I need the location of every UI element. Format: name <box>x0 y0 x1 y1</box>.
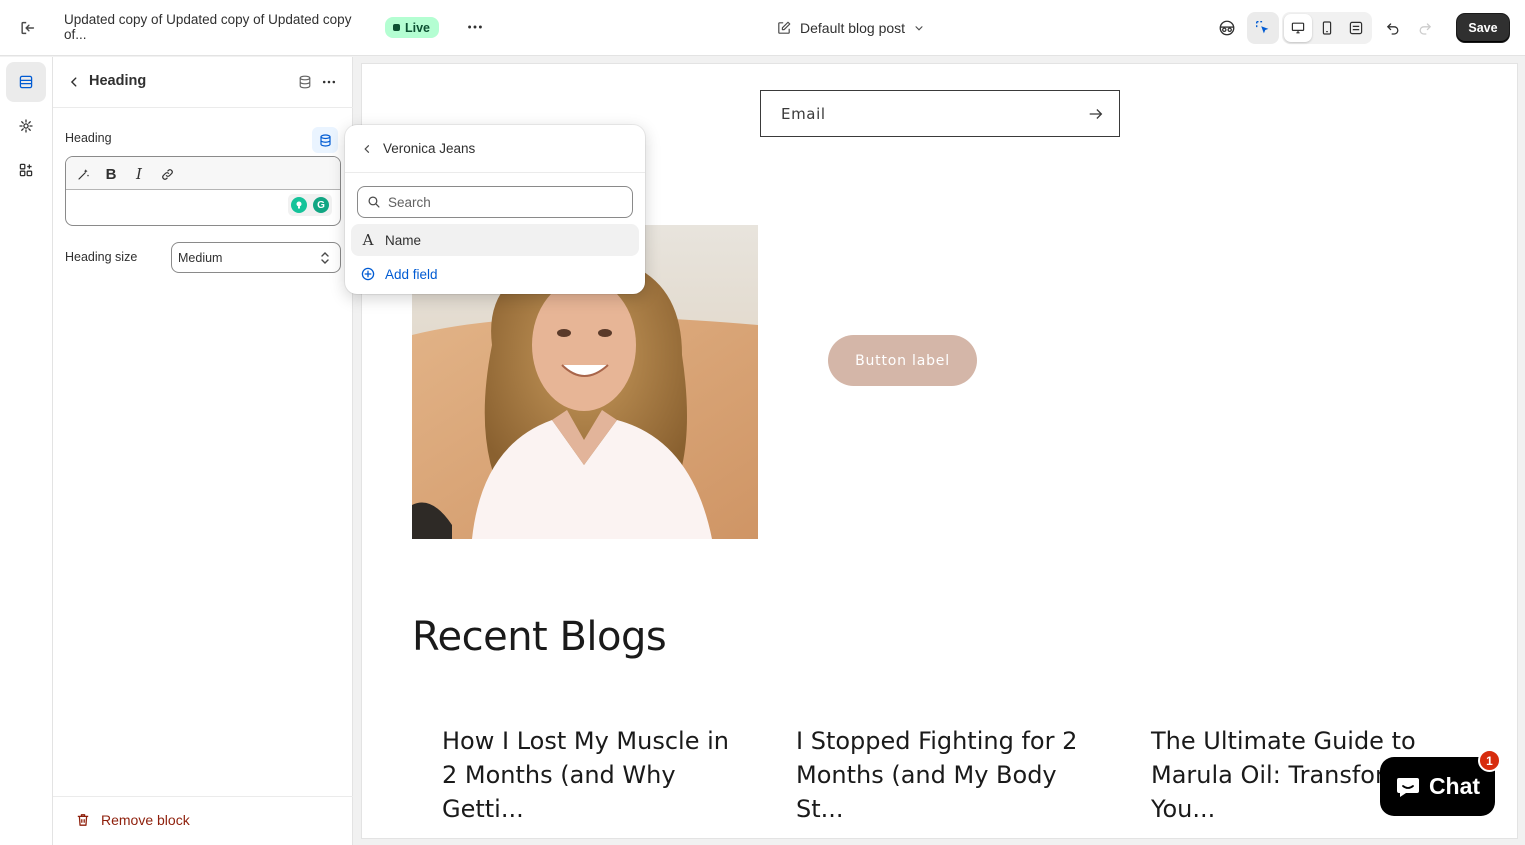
magic-wand-icon <box>77 168 89 180</box>
more-horizontal-icon <box>322 80 336 84</box>
lightbulb-icon <box>291 197 307 213</box>
remove-block-label: Remove block <box>101 812 190 828</box>
heading-field-label: Heading <box>65 131 112 145</box>
exit-button[interactable] <box>12 12 44 44</box>
viewport-switcher <box>1282 12 1372 44</box>
italic-button[interactable]: I <box>127 162 151 186</box>
chat-widget-button[interactable]: Chat <box>1380 757 1495 816</box>
heading-rich-text-editor: B I G <box>65 156 341 226</box>
connect-dynamic-source-button[interactable] <box>312 127 338 153</box>
recent-blogs-heading: Recent Blogs <box>412 614 667 660</box>
bold-button[interactable]: B <box>99 162 123 186</box>
newsletter-email-input[interactable]: Email <box>760 90 1120 137</box>
exit-icon <box>21 21 35 35</box>
block-actions-button[interactable] <box>316 69 342 95</box>
editor-sidebar-rail <box>0 57 53 845</box>
remove-block-button[interactable]: Remove block <box>75 812 190 828</box>
search-icon <box>368 196 380 208</box>
heading-size-label: Heading size <box>65 250 138 264</box>
save-button[interactable]: Save <box>1457 14 1509 42</box>
search-placeholder: Search <box>388 194 431 210</box>
chat-unread-badge: 1 <box>1478 749 1501 772</box>
app-embeds-button[interactable] <box>1211 12 1243 44</box>
panel-title: Heading <box>89 73 147 89</box>
chat-label: Chat <box>1428 773 1481 799</box>
chat-bubble-icon <box>1396 777 1419 797</box>
source-field-label: Name <box>385 232 422 248</box>
undo-icon <box>1386 23 1399 35</box>
heading-size-value: Medium <box>178 250 223 265</box>
template-selector[interactable]: Default blog post <box>770 12 931 44</box>
template-label: Default blog post <box>800 20 906 36</box>
edit-page-icon <box>778 21 791 34</box>
theme-settings-tab[interactable] <box>6 106 46 146</box>
desktop-view-button[interactable] <box>1284 14 1312 42</box>
live-status-badge: Live <box>385 17 440 38</box>
dynamic-source-popover: Veronica Jeans Search A Name Add field <box>345 125 645 294</box>
top-bar: Updated copy of Updated copy of Updated … <box>0 0 1525 56</box>
add-field-button[interactable]: Add field <box>351 258 639 290</box>
cursor-select-icon <box>1256 21 1269 34</box>
theme-title[interactable]: Updated copy of Updated copy of Updated … <box>64 12 374 42</box>
chevron-down-icon <box>915 26 923 31</box>
source-field-name[interactable]: A Name <box>351 224 639 256</box>
arrow-right-icon[interactable] <box>1087 105 1105 123</box>
fullscreen-view-button[interactable] <box>1342 14 1370 42</box>
block-settings-panel: Heading Heading B I G Heading size Mediu… <box>53 57 353 845</box>
apps-icon <box>19 163 33 177</box>
dynamic-source-button[interactable] <box>292 69 318 95</box>
sensitive-hide-icon <box>1219 20 1235 36</box>
popover-header: Veronica Jeans <box>345 125 645 173</box>
email-placeholder: Email <box>781 105 826 123</box>
blog-card-title-1[interactable]: How I Lost My Muscle in 2 Months (and Wh… <box>442 724 732 826</box>
text-field-icon: A <box>362 231 374 249</box>
desktop-icon <box>1291 22 1305 34</box>
panel-header: Heading <box>53 57 353 108</box>
live-status-label: Live <box>405 20 431 35</box>
fullscreen-icon <box>1349 21 1363 35</box>
heading-size-select[interactable]: Medium <box>171 242 341 273</box>
apps-tab[interactable] <box>6 150 46 190</box>
theme-actions-button[interactable] <box>460 12 490 42</box>
undo-button[interactable] <box>1377 12 1409 44</box>
layout-sections-icon <box>19 75 33 89</box>
sections-tab[interactable] <box>6 62 46 102</box>
panel-footer: Remove block <box>53 796 353 845</box>
grammarly-icon: G <box>313 197 329 213</box>
select-chevrons-icon <box>321 252 329 264</box>
live-dot-icon <box>393 24 400 31</box>
inspector-button[interactable] <box>1247 12 1279 44</box>
mobile-view-button[interactable] <box>1313 14 1341 42</box>
rte-toolbar: B I <box>66 157 340 190</box>
grammarly-widget[interactable]: G <box>288 194 332 216</box>
link-button[interactable] <box>155 162 179 186</box>
database-icon <box>319 133 331 147</box>
back-button[interactable] <box>61 69 87 95</box>
trash-icon <box>77 814 89 826</box>
link-icon <box>161 168 173 180</box>
gear-icon <box>19 119 33 133</box>
hero-button[interactable]: Button label <box>828 335 977 386</box>
chevron-left-icon <box>70 77 77 87</box>
popover-back-button[interactable] <box>357 139 377 159</box>
popover-search-input[interactable]: Search <box>357 186 633 218</box>
chevron-left-icon <box>364 145 370 153</box>
popover-title: Veronica Jeans <box>383 141 476 156</box>
more-horizontal-icon <box>468 25 482 29</box>
plus-circle-icon <box>361 267 375 281</box>
redo-button[interactable] <box>1409 12 1441 44</box>
add-field-label: Add field <box>385 266 438 282</box>
database-icon <box>299 75 311 89</box>
blog-card-title-2[interactable]: I Stopped Fighting for 2 Months (and My … <box>796 724 1086 826</box>
redo-icon <box>1419 23 1432 35</box>
ai-generate-button[interactable] <box>71 162 95 186</box>
mobile-icon <box>1322 21 1332 35</box>
